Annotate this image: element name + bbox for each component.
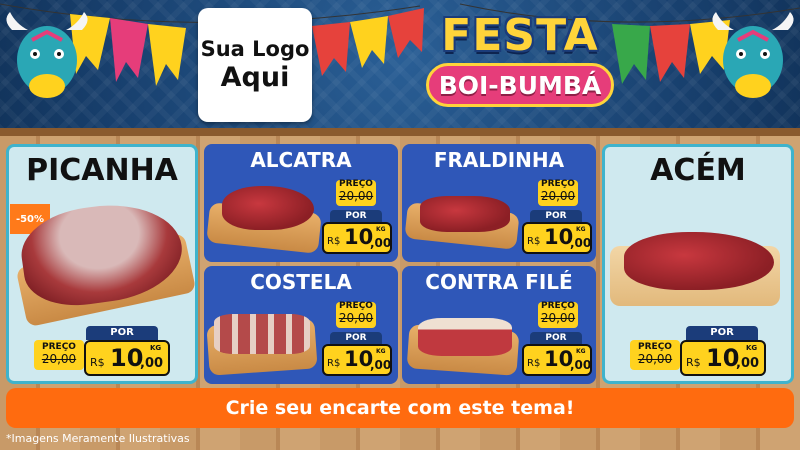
old-price: 20,00 [41,352,77,366]
price-integer: 10 [544,347,574,371]
old-price-tag: PREÇO 20,00 [336,302,376,328]
price-box: R$ 10 ,00 KG [522,344,592,376]
header-banner: Sua Logo Aqui FESTA BOI-BUMBÁ [0,0,800,132]
price-box: R$ 10 ,00 KG [84,340,170,376]
product-name: COSTELA [250,270,352,294]
preco-label: PREÇO [42,342,76,352]
price-integer: 10 [344,347,374,371]
price-integer: 10 [110,344,144,372]
product-name: FRALDINHA [433,148,565,172]
title-festa: FESTA [441,10,599,61]
old-price-tag: PREÇO 20,00 [630,340,680,370]
fraldinha-image [420,196,510,232]
cta-text: Crie seu encarte com este tema! [225,397,575,419]
cta-banner[interactable]: Crie seu encarte com este tema! [6,388,794,428]
unit-label: KG [746,344,758,352]
title-boi-bumba: BOI-BUMBÁ [438,70,602,100]
price-box: R$ 10 ,00 KG [322,344,392,376]
alcatra-image [222,186,314,230]
title-badge: BOI-BUMBÁ [426,63,614,107]
price-decimal: ,00 [370,358,392,372]
por-label: POR [330,332,382,344]
price-box: R$ 10 ,00 KG [522,222,592,254]
unit-label: KG [576,226,586,233]
costela-image [214,314,310,354]
contra-file-image [418,318,512,356]
disclaimer: *Imagens Meramente Ilustrativas [6,432,190,445]
preco-label: PREÇO [541,301,575,311]
old-price: 20,00 [637,352,673,366]
price-decimal: ,00 [570,236,592,250]
logo-placeholder[interactable]: Sua Logo Aqui [198,8,312,122]
unit-label: KG [376,226,386,233]
currency-symbol: R$ [327,236,341,247]
por-label: POR [330,210,382,222]
old-price-tag: PREÇO 20,00 [538,180,578,206]
old-price: 20,00 [338,189,374,203]
por-label: POR [86,326,158,340]
preco-label: PREÇO [638,342,672,352]
bull-icon-right [712,12,794,98]
product-name: ACÉM [650,153,746,188]
header-divider [0,128,800,136]
currency-symbol: R$ [527,358,541,369]
unit-label: KG [150,344,162,352]
product-name: ALCATRA [250,148,352,172]
price-decimal: ,00 [736,356,760,371]
old-price: 20,00 [540,189,576,203]
por-label: POR [530,210,582,222]
price-decimal: ,00 [140,356,164,371]
old-price-tag: PREÇO 20,00 [336,180,376,206]
acem-image [624,232,774,290]
price-integer: 10 [344,225,374,249]
unit-label: KG [576,348,586,355]
old-price: 20,00 [338,311,374,325]
currency-symbol: R$ [327,358,341,369]
bull-icon-left [6,12,88,98]
logo-line2: Aqui [220,61,290,93]
old-price: 20,00 [540,311,576,325]
price-integer: 10 [544,225,574,249]
product-name: PICANHA [26,153,178,188]
currency-symbol: R$ [527,236,541,247]
price-box: R$ 10 ,00 KG [322,222,392,254]
price-decimal: ,00 [570,358,592,372]
logo-line1: Sua Logo [200,37,310,62]
old-price-tag: PREÇO 20,00 [34,340,84,370]
flyer: Sua Logo Aqui FESTA BOI-BUMBÁ PICANHA -5… [0,0,800,450]
old-price-tag: PREÇO 20,00 [538,302,578,328]
unit-label: KG [376,348,386,355]
currency-symbol: R$ [90,356,105,369]
preco-label: PREÇO [541,179,575,189]
preco-label: PREÇO [339,301,373,311]
currency-symbol: R$ [686,356,701,369]
bunting-decoration [0,3,800,86]
price-decimal: ,00 [370,236,392,250]
price-box: R$ 10 ,00 KG [680,340,766,376]
product-name: CONTRA FILÉ [425,270,573,294]
por-label: POR [530,332,582,344]
price-integer: 10 [706,344,740,372]
festival-title: FESTA BOI-BUMBÁ [420,10,620,124]
preco-label: PREÇO [339,179,373,189]
por-label: POR [686,326,758,340]
